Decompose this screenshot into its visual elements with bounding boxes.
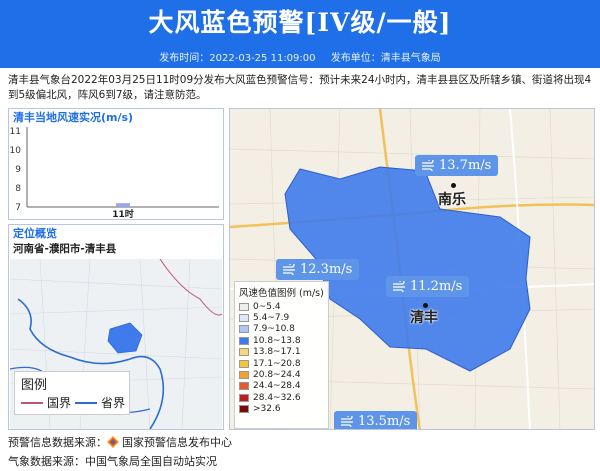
- wind-color-swatch: [239, 405, 249, 414]
- wind-color-legend-row: 13.8~17.1: [239, 347, 324, 358]
- source-weather-label: 气象数据来源：中国气象局全国自动站实况: [8, 455, 217, 468]
- wind-label-qingfeng[interactable]: 11.2m/s: [386, 276, 470, 297]
- wind-color-swatch: [239, 348, 249, 357]
- y-tick-label: 10: [10, 146, 22, 156]
- wind-color-legend-label: 20.8~24.4: [253, 370, 301, 381]
- wind-speed-panel: 清丰当地风速实况(m/s) 7 8 9 10 11 7.2 11时: [8, 108, 224, 220]
- bar-data-label: 7.2: [116, 195, 130, 205]
- warning-banner: 大风蓝色预警[IV级/一般]: [0, 0, 600, 52]
- wind-color-legend-row: 28.4~32.6: [239, 392, 324, 403]
- wind-color-legend-title: 风速色值图例 (m/s): [239, 288, 324, 299]
- warning-title: 大风蓝色预警[IV级/一般]: [148, 8, 452, 37]
- wind-color-legend-label: 10.8~13.8: [253, 335, 301, 346]
- wind-color-swatch: [239, 336, 249, 345]
- wind-icon: [283, 264, 295, 275]
- wind-color-legend-label: 7.9~10.8: [253, 324, 295, 335]
- wind-color-legend-row: >32.6: [239, 404, 324, 415]
- wind-color-legend-row: 7.9~10.8: [239, 324, 324, 335]
- wind-color-swatch: [239, 302, 249, 311]
- legend-label-provincial-border: 省界: [101, 396, 126, 410]
- legend-item-provincial-border: 省界: [75, 394, 125, 411]
- location-overview-map[interactable]: 图例 国界 省界: [10, 259, 222, 429]
- wind-color-legend-row: 17.1~20.8: [239, 358, 324, 369]
- overview-legend: 图例 国界 省界: [14, 371, 130, 415]
- x-tick-label: 11时: [112, 208, 134, 219]
- wind-color-legend-row: 5.4~7.9: [239, 312, 324, 323]
- wind-color-swatch: [239, 325, 249, 334]
- city-marker-nanle: [451, 183, 456, 188]
- wind-color-legend-row: 24.4~28.4: [239, 381, 324, 392]
- overview-legend-title: 图例: [21, 378, 48, 393]
- wind-color-swatch: [239, 393, 249, 402]
- wind-color-legend-label: 13.8~17.1: [253, 347, 301, 358]
- wind-color-swatch: [239, 359, 249, 368]
- national-border-line: [21, 401, 43, 404]
- wind-color-legend-row: 10.8~13.8: [239, 335, 324, 346]
- location-path: 河南省-濮阳市-清丰县: [13, 243, 117, 255]
- warning-notice-text: 清丰县气象台2022年03月25日11时09分发布大风蓝色预警信号：预计未来24…: [8, 74, 592, 101]
- wind-color-legend-row: 0~5.4: [239, 301, 324, 312]
- y-tick-label: 8: [15, 184, 21, 194]
- wind-icon: [393, 281, 405, 292]
- wind-color-legend-label: 28.4~32.6: [253, 392, 301, 403]
- wind-value-nanle: 13.7m/s: [439, 158, 492, 173]
- wind-value-south: 13.5m/s: [358, 414, 411, 429]
- y-tick-label: 9: [15, 165, 21, 175]
- footer-source-weather: 气象数据来源：中国气象局全国自动站实况: [8, 453, 217, 469]
- city-label-nanle: 南乐: [438, 192, 466, 208]
- wind-color-legend: 风速色值图例 (m/s) 0~5.4 5.4~7.9 7.9~10.8 10.8~13…: [234, 281, 329, 429]
- wind-label-nanle[interactable]: 13.7m/s: [415, 155, 499, 176]
- location-overview-panel: 定位概览 河南省-濮阳市-清丰县 图例 国界 省界: [8, 224, 224, 430]
- location-panel-title: 定位概览: [13, 227, 57, 240]
- publisher: 发布单位：清丰县气象局: [330, 53, 441, 64]
- wind-color-legend-label: 5.4~7.9: [253, 313, 290, 324]
- publish-time: 发布时间：2022-03-25 11:09:00: [159, 53, 316, 64]
- wind-color-legend-label: 24.4~28.4: [253, 381, 301, 392]
- source-warning-org[interactable]: 国家预警信息发布中心: [122, 434, 232, 450]
- footer-source-warning: 预警信息数据来源： 国家预警信息发布中心: [8, 434, 232, 450]
- source-warning-label: 预警信息数据来源：: [8, 436, 107, 449]
- provincial-border-line: [75, 401, 97, 404]
- warning-center-logo-icon: [107, 436, 119, 448]
- legend-label-national-border: 国界: [47, 396, 72, 410]
- wind-label-west[interactable]: 12.3m/s: [276, 259, 360, 280]
- wind-icon: [341, 416, 353, 427]
- publish-info-bar: 发布时间：2022-03-25 11:09:00 发布单位：清丰县气象局: [0, 52, 600, 68]
- wind-speed-map[interactable]: 13.7m/s 12.3m/s 11.2m/s 13.5m/s 南乐 清丰 风速…: [229, 108, 595, 430]
- wind-label-south[interactable]: 13.5m/s: [334, 411, 418, 429]
- legend-item-national-border: 国界: [21, 394, 71, 411]
- wind-color-legend-label: 0~5.4: [253, 301, 281, 312]
- city-label-qingfeng: 清丰: [410, 310, 438, 326]
- y-tick-label: 11: [10, 127, 21, 137]
- wind-color-legend-rows: 0~5.4 5.4~7.9 7.9~10.8 10.8~13.8 13.8~17.1 17…: [239, 301, 324, 415]
- wind-color-swatch: [239, 371, 249, 380]
- wind-color-legend-label: 17.1~20.8: [253, 358, 301, 369]
- wind-speed-chart: 7 8 9 10 11 7.2 11时: [10, 127, 219, 219]
- y-tick-label: 7: [15, 203, 21, 213]
- wind-value-west: 12.3m/s: [300, 262, 353, 277]
- wind-color-legend-label: >32.6: [253, 404, 281, 415]
- wind-value-qingfeng: 11.2m/s: [410, 279, 463, 294]
- wind-color-legend-row: 20.8~24.4: [239, 369, 324, 380]
- wind-color-swatch: [239, 382, 249, 391]
- wind-color-swatch: [239, 314, 249, 323]
- wind-icon: [422, 160, 434, 171]
